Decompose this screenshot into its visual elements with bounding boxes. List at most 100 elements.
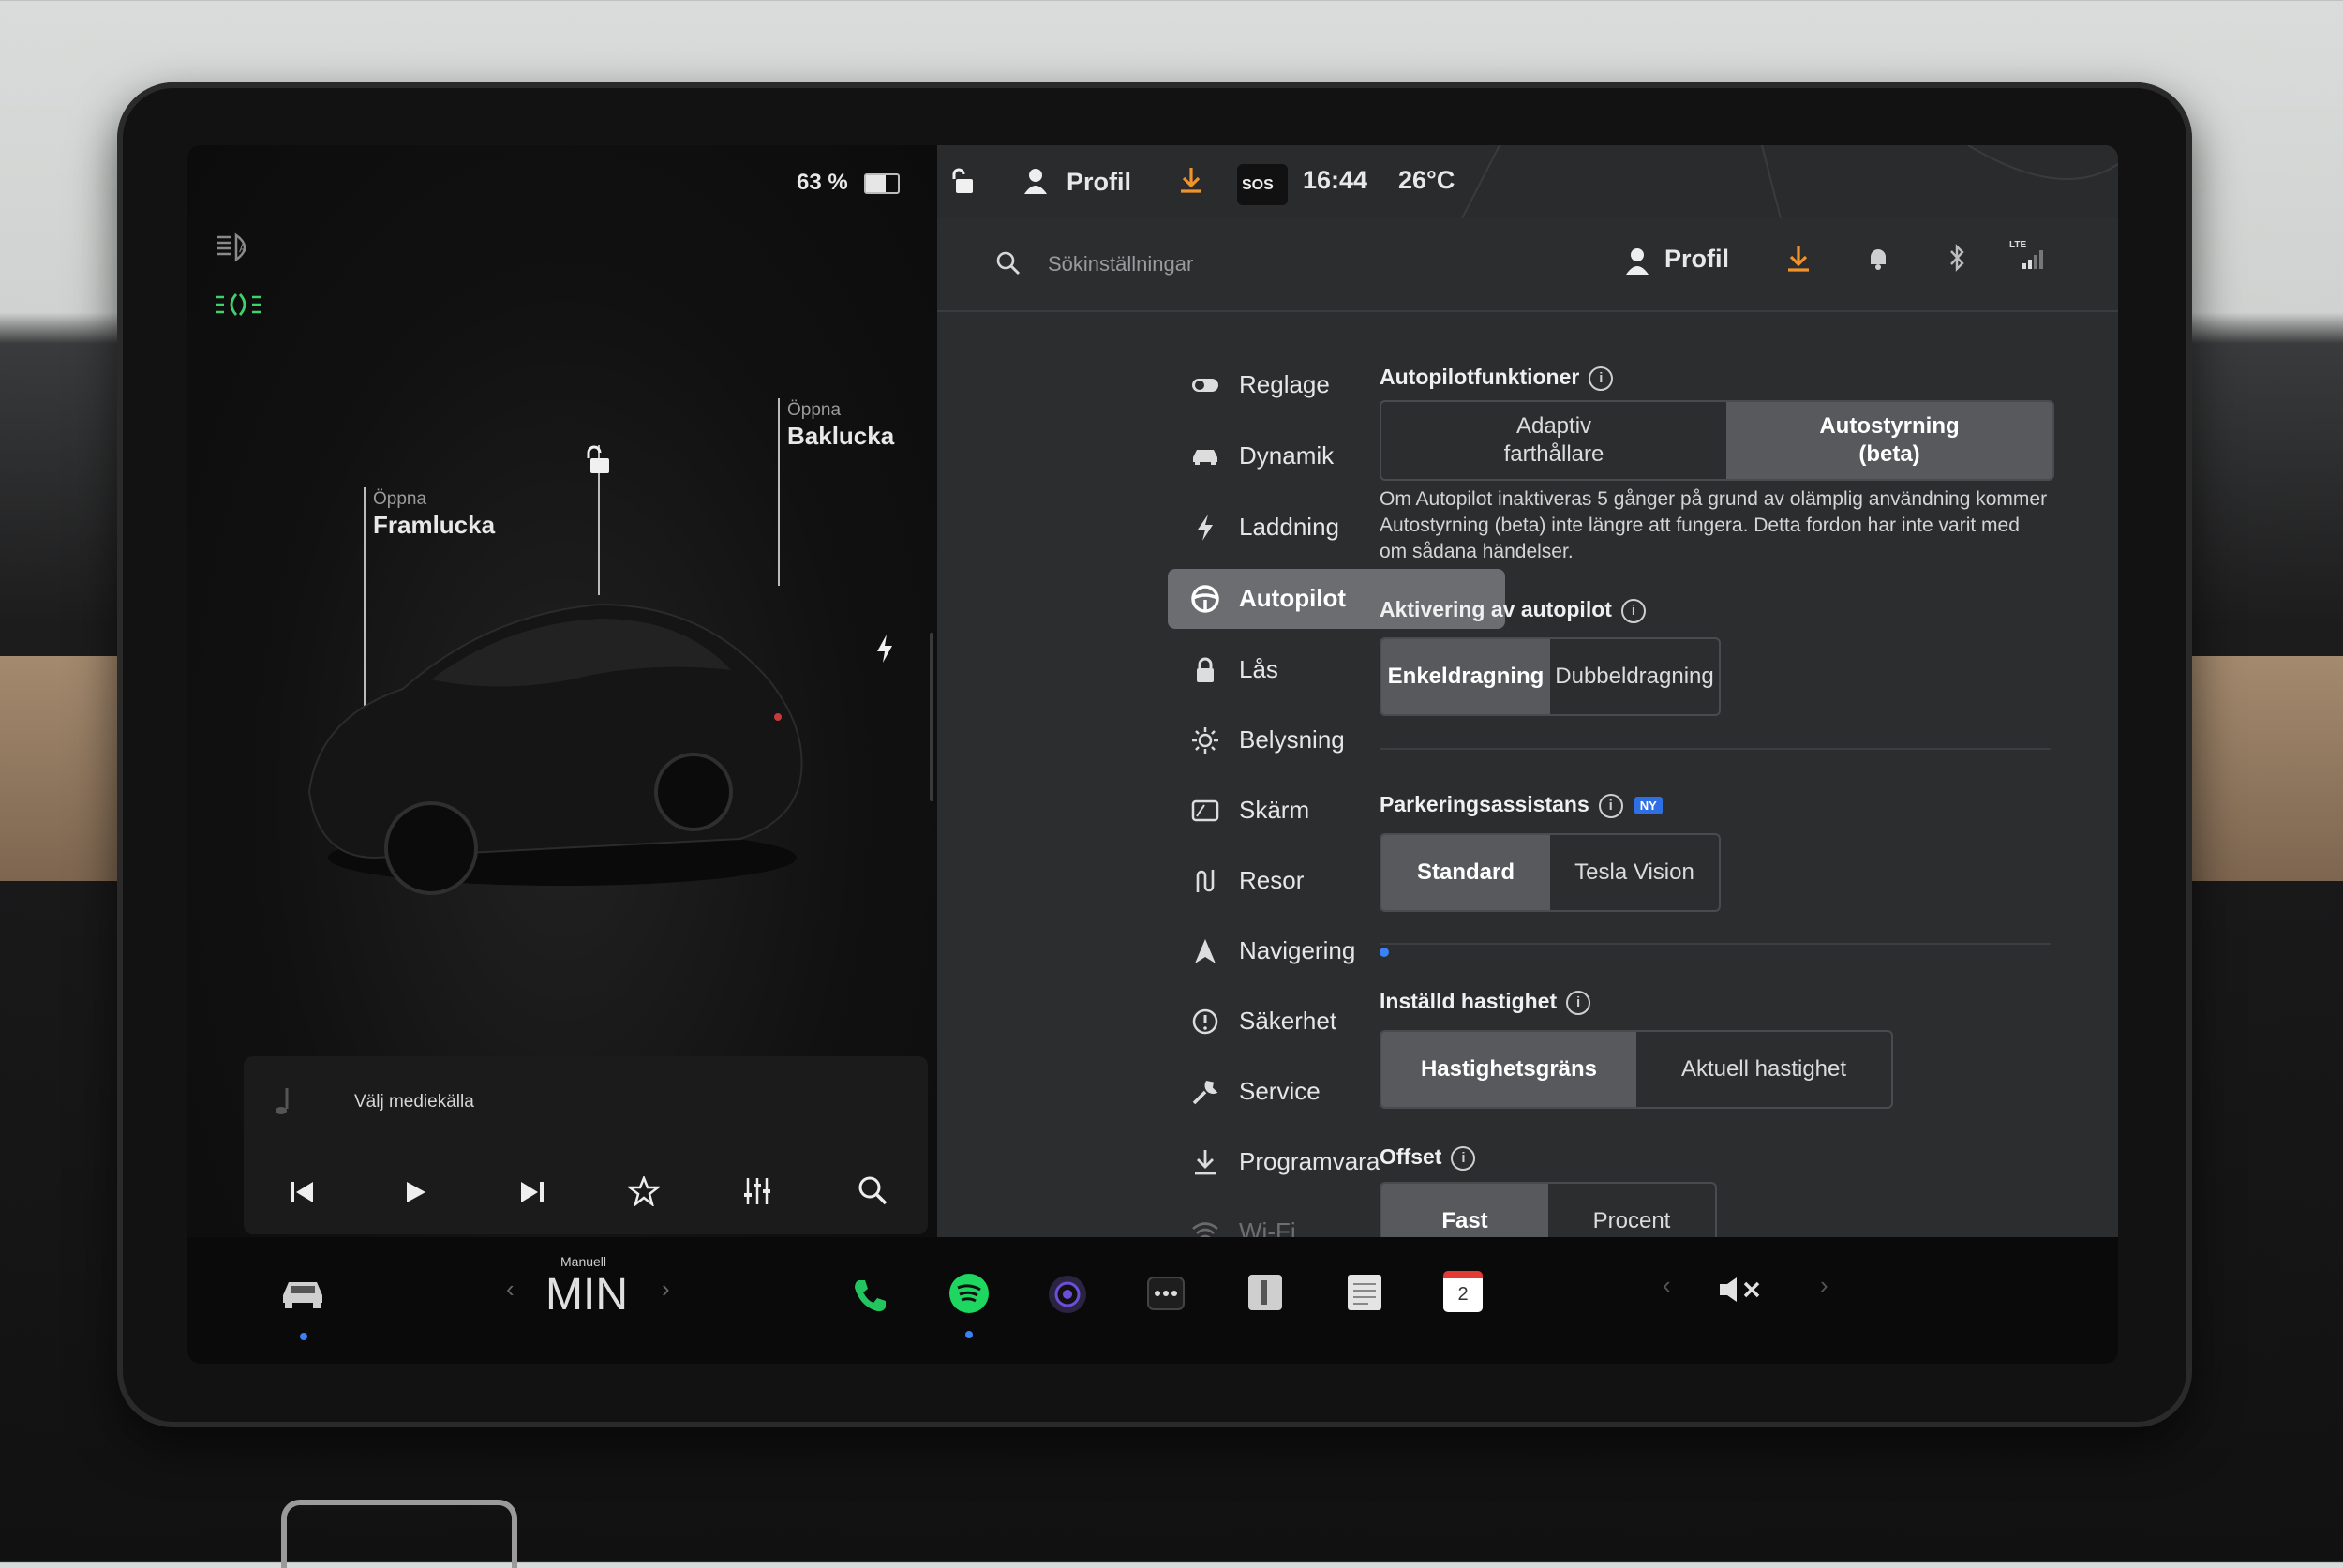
- autopilot-features-selector: Adaptiv farthållare Autostyrning (beta): [1380, 400, 2054, 481]
- header-divider: [937, 310, 2118, 312]
- next-track-icon[interactable]: [519, 1180, 545, 1204]
- steering-wheel-icon: [1190, 584, 1220, 614]
- menu-item-belysning[interactable]: Belysning: [1168, 710, 1505, 770]
- calendar-icon[interactable]: 2: [1443, 1271, 1483, 1312]
- info-icon[interactable]: i: [1620, 598, 1646, 623]
- door-unlock-icon[interactable]: [579, 443, 617, 479]
- mute-icon[interactable]: [1717, 1275, 1766, 1305]
- autopilot-strike-note: Om Autopilot inaktiveras 5 gånger på gru…: [1380, 488, 2048, 562]
- toggle-icon: [1190, 370, 1220, 400]
- car-visualization-panel: A 63 % Öppna Framlucka Öppna Baklucka Vä…: [187, 145, 937, 1237]
- spotify-icon[interactable]: [948, 1273, 990, 1314]
- touchscreen: A 63 % Öppna Framlucka Öppna Baklucka Vä…: [187, 145, 2118, 1364]
- sos-button[interactable]: SOS: [1237, 164, 1288, 205]
- parking-assist-selector: Standard Tesla Vision: [1380, 833, 1721, 912]
- sun-icon: [1190, 725, 1220, 755]
- panel-scroll-handle[interactable]: [930, 633, 933, 801]
- svg-text:A: A: [239, 242, 247, 255]
- status-profile-icon[interactable]: [1023, 168, 1048, 194]
- climate-setting[interactable]: MIN: [545, 1269, 628, 1321]
- auto-headlights-icon: A: [214, 231, 257, 263]
- phone-icon[interactable]: [851, 1277, 888, 1314]
- media-search-icon[interactable]: [857, 1174, 888, 1206]
- car-active-dot: [300, 1333, 307, 1340]
- download-icon: [1190, 1147, 1220, 1177]
- bolt-icon: [1190, 513, 1220, 543]
- display-icon: [1190, 796, 1220, 826]
- status-profile-label[interactable]: Profil: [1067, 168, 1131, 197]
- volume-down-icon[interactable]: ‹: [1663, 1271, 1671, 1300]
- previous-track-icon[interactable]: [289, 1180, 315, 1204]
- air-vent: [281, 1500, 517, 1568]
- offset-title: Offset i: [1380, 1144, 1476, 1171]
- play-icon[interactable]: [405, 1180, 427, 1204]
- parking-assist-title: Parkeringsassistans i NY: [1380, 792, 1663, 818]
- header-download-icon[interactable]: [1786, 245, 1811, 273]
- info-icon[interactable]: i: [1598, 793, 1623, 818]
- status-lock-icon[interactable]: [948, 166, 977, 196]
- media-player-card: Välj mediekälla: [244, 1056, 928, 1234]
- lock-icon: [1190, 655, 1220, 685]
- climate-mode-label: Manuell: [560, 1254, 607, 1269]
- cellular-signal-icon: [2021, 248, 2045, 269]
- info-icon[interactable]: i: [1566, 990, 1591, 1015]
- activation-title: Aktivering av autopilot i: [1380, 597, 1646, 623]
- temp-up-icon[interactable]: ›: [662, 1275, 670, 1304]
- settings-search-input[interactable]: Sökinställningar: [1048, 252, 1193, 276]
- autopilot-features-title: Autopilotfunktioner i: [1380, 365, 1614, 391]
- search-icon[interactable]: [995, 250, 1022, 276]
- set-speed-title: Inställd hastighet i: [1380, 989, 1591, 1015]
- parking-lights-icon: [214, 290, 262, 320]
- car-icon: [1190, 441, 1220, 471]
- info-icon[interactable]: i: [1589, 366, 1614, 391]
- info-icon[interactable]: i: [1451, 1145, 1476, 1171]
- autosteer-option[interactable]: Autostyrning (beta): [1726, 402, 2052, 479]
- trunk-callout-line: [778, 398, 780, 586]
- battery-icon: [864, 173, 900, 194]
- volume-up-icon[interactable]: ›: [1820, 1271, 1828, 1300]
- frunk-open-hint: Öppna: [373, 489, 427, 509]
- taskbar: ‹ Manuell MIN › 2 ‹ ›: [187, 1237, 2118, 1364]
- bluetooth-icon[interactable]: [1948, 243, 1966, 273]
- tesla-vision-option[interactable]: Tesla Vision: [1550, 835, 1719, 910]
- media-source-label[interactable]: Välj mediekälla: [354, 1092, 474, 1113]
- spotify-active-dot: [965, 1331, 973, 1338]
- trips-icon: [1190, 866, 1220, 896]
- outside-temperature: 26°C: [1398, 166, 1455, 194]
- camera-icon[interactable]: [1048, 1275, 1087, 1314]
- set-speed-selector: Hastighetsgräns Aktuell hastighet: [1380, 1030, 1893, 1109]
- menu-item-navigering[interactable]: Navigering: [1168, 921, 1505, 981]
- status-download-icon[interactable]: [1179, 166, 1203, 194]
- charge-port-icon[interactable]: [873, 633, 896, 665]
- header-profile-label[interactable]: Profil: [1664, 245, 1729, 274]
- safety-icon: [1190, 1007, 1220, 1037]
- favorite-star-icon[interactable]: [628, 1176, 660, 1206]
- section-divider: [1380, 943, 2051, 945]
- more-apps-icon[interactable]: [1147, 1277, 1185, 1310]
- adaptive-cruise-option[interactable]: Adaptiv farthållare: [1381, 402, 1726, 479]
- temp-down-icon[interactable]: ‹: [506, 1275, 515, 1304]
- car-model-image: [291, 576, 815, 895]
- car-controls-icon[interactable]: [279, 1275, 326, 1312]
- section-divider: [1380, 748, 2051, 750]
- clock: 16:44: [1303, 166, 1368, 194]
- single-pull-option[interactable]: Enkeldragning: [1381, 639, 1550, 714]
- navigation-update-dot: [1380, 948, 1389, 957]
- frunk-button[interactable]: Framlucka: [373, 511, 495, 540]
- speed-limit-option[interactable]: Hastighetsgräns: [1381, 1032, 1636, 1107]
- wrench-icon: [1190, 1077, 1220, 1107]
- trunk-button[interactable]: Baklucka: [787, 422, 894, 451]
- standard-option[interactable]: Standard: [1381, 835, 1550, 910]
- manual-icon[interactable]: [1246, 1273, 1284, 1312]
- header-profile-icon[interactable]: [1625, 246, 1649, 275]
- release-notes-icon[interactable]: [1346, 1273, 1383, 1312]
- new-badge: NY: [1634, 797, 1663, 815]
- activation-selector: Enkeldragning Dubbeldragning: [1380, 637, 1721, 716]
- double-pull-option[interactable]: Dubbeldragning: [1550, 639, 1719, 714]
- current-speed-option[interactable]: Aktuell hastighet: [1636, 1032, 1891, 1107]
- navigation-icon: [1190, 936, 1220, 966]
- notification-bell-icon[interactable]: [1867, 246, 1889, 271]
- equalizer-icon[interactable]: [742, 1176, 772, 1206]
- battery-percentage: 63 %: [797, 170, 848, 195]
- music-note-icon: [272, 1086, 294, 1120]
